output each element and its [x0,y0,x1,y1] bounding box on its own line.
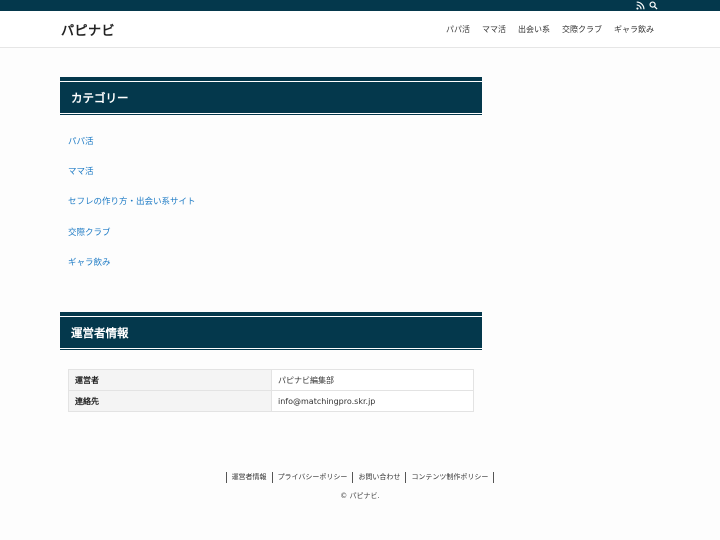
nav-item-gyaranomi[interactable]: ギャラ飲み [614,24,654,35]
operator-key: 運営者 [68,369,272,391]
footer-link-operator[interactable]: 運営者情報 [225,472,272,483]
footer-link-content-policy[interactable]: コンテンツ制作ポリシー [405,472,495,483]
operator-info-table: 運営者 パピナビ編集部 連絡先 info@matchingpro.skr.jp [68,369,474,412]
footer-nav: 運営者情報 プライバシーポリシー お問い合わせ コンテンツ制作ポリシー [0,472,720,483]
category-link-mamakatsu[interactable]: ママ活 [68,165,94,177]
divider [60,114,482,115]
divider [60,349,482,350]
table-row: 運営者 パピナビ編集部 [68,369,474,391]
footer-link-contact[interactable]: お問い合わせ [352,472,405,483]
main-nav: パパ活 ママ活 出会い系 交際クラブ ギャラ飲み [434,24,654,35]
contact-value: info@matchingpro.skr.jp [271,390,474,412]
category-link-gyaranomi[interactable]: ギャラ飲み [68,256,111,268]
category-link-papakatsu[interactable]: パパ活 [68,135,94,147]
category-section-title: カテゴリー [60,78,482,115]
operator-heading: 運営者情報 [71,326,129,340]
footer-link-privacy[interactable]: プライバシーポリシー [271,472,353,483]
rss-icon[interactable] [636,1,645,10]
category-heading: カテゴリー [71,91,129,105]
nav-item-deaikei[interactable]: 出会い系 [518,24,550,35]
site-logo[interactable]: パピナビ [61,20,115,39]
top-bar [0,0,720,11]
copyright-text: © パピナビ. [340,492,380,500]
nav-item-kousai-club[interactable]: 交際クラブ [562,24,602,35]
nav-item-papakatsu[interactable]: パパ活 [446,24,470,35]
operator-value: パピナビ編集部 [271,369,474,391]
site-header: パピナビ パパ活 ママ活 出会い系 交際クラブ ギャラ飲み [0,11,720,48]
category-link-sefure[interactable]: セフレの作り方・出会い系サイト [68,195,196,207]
nav-item-mamakatsu[interactable]: ママ活 [482,24,506,35]
operator-section-title: 運営者情報 [60,313,482,350]
table-row: 連絡先 info@matchingpro.skr.jp [68,390,474,412]
category-link-kousai-club[interactable]: 交際クラブ [68,226,111,238]
contact-key: 連絡先 [68,390,272,412]
search-icon[interactable] [649,1,658,10]
